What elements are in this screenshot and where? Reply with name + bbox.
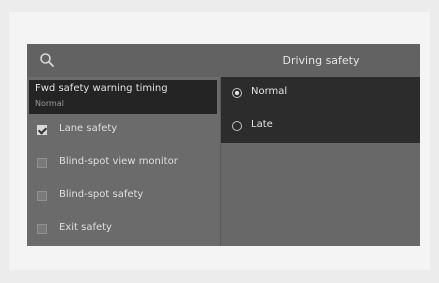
- blind-spot-view-monitor-checkbox[interactable]: [37, 158, 47, 168]
- option-label: Late: [251, 119, 273, 130]
- radio-late[interactable]: [232, 121, 242, 131]
- settings-list: Fwd safety warning timing Normal Lane sa…: [27, 77, 220, 246]
- exit-safety-checkbox[interactable]: [37, 224, 47, 234]
- exit-safety-item[interactable]: Exit safety: [27, 215, 220, 245]
- blind-spot-view-monitor-item[interactable]: Blind-spot view monitor: [27, 149, 220, 179]
- option-late[interactable]: Late: [221, 110, 420, 143]
- item-label: Blind-spot view monitor: [59, 156, 178, 167]
- option-label: Normal: [251, 86, 288, 97]
- item-title: Fwd safety warning timing: [35, 83, 168, 94]
- blind-spot-safety-item[interactable]: Blind-spot safety: [27, 182, 220, 212]
- item-label: Exit safety: [59, 222, 112, 233]
- radio-normal[interactable]: [232, 88, 242, 98]
- option-normal[interactable]: Normal: [221, 77, 420, 110]
- search-icon[interactable]: [39, 52, 55, 68]
- item-label: Lane safety: [59, 123, 118, 134]
- check-icon: [37, 125, 48, 135]
- item-label: Blind-spot safety: [59, 189, 144, 200]
- settings-screen: Driving safety Fwd safety warning timing…: [27, 44, 420, 246]
- options-panel: Normal Late: [220, 77, 420, 246]
- page-title: Driving safety: [282, 54, 360, 67]
- fwd-safety-warning-timing-item[interactable]: Fwd safety warning timing Normal: [29, 80, 217, 114]
- item-value: Normal: [35, 99, 64, 108]
- header-bar: Driving safety: [27, 44, 420, 77]
- lane-safety-checkbox[interactable]: [37, 125, 48, 135]
- lane-safety-item[interactable]: Lane safety: [27, 116, 220, 146]
- blind-spot-safety-checkbox[interactable]: [37, 191, 47, 201]
